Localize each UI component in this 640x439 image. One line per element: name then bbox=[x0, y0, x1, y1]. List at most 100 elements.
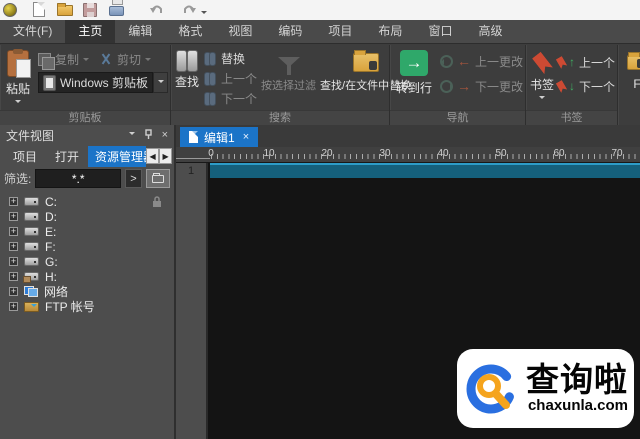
menu-view[interactable]: 视图 bbox=[215, 20, 265, 43]
file-view-tabs: 项目 打开 资源管理器 ◀ ▶ bbox=[0, 146, 174, 166]
filter-input[interactable] bbox=[35, 169, 121, 188]
replace-label: 替换 bbox=[221, 50, 245, 67]
new-file-button[interactable] bbox=[31, 2, 47, 18]
clipboard-combo-dropdown[interactable] bbox=[153, 72, 168, 93]
expand-icon[interactable]: + bbox=[9, 272, 18, 281]
new-file-icon bbox=[33, 2, 45, 17]
tab-project[interactable]: 项目 bbox=[4, 146, 46, 167]
cut-button[interactable]: 剪切 bbox=[99, 50, 151, 68]
next-bookmark-arrow-icon: ↓ bbox=[569, 79, 575, 93]
tree-item-ftp-accounts[interactable]: +FTP 帐号 bbox=[0, 299, 174, 314]
expand-icon[interactable]: + bbox=[9, 197, 18, 206]
ribbon-group-navigation: → 转到行 ← 上一更改 → 下一更改 导航 bbox=[390, 45, 526, 125]
clipboard-combo[interactable]: Windows 剪贴板 bbox=[38, 72, 153, 93]
redo-icon bbox=[181, 2, 197, 18]
menu-encoding[interactable]: 编码 bbox=[265, 20, 315, 43]
expand-icon[interactable]: + bbox=[9, 287, 18, 296]
clipboard-group-label: 剪贴板 bbox=[0, 110, 170, 125]
browse-folder-icon bbox=[152, 175, 164, 183]
bookmark-icon bbox=[532, 52, 553, 75]
undo-button[interactable] bbox=[149, 2, 165, 18]
ribbon: 粘贴 复制 剪切 bbox=[0, 45, 640, 125]
menu-format[interactable]: 格式 bbox=[165, 20, 215, 43]
tab-open[interactable]: 打开 bbox=[46, 146, 88, 167]
ftp-button[interactable]: F bbox=[622, 48, 640, 110]
find-prev-button[interactable]: 上一个 bbox=[203, 69, 257, 87]
ftp-label-partial: F bbox=[633, 77, 640, 91]
tree-label: G: bbox=[45, 255, 58, 269]
browse-folder-button[interactable] bbox=[146, 169, 170, 188]
network-icon bbox=[24, 286, 38, 297]
menu-file[interactable]: 文件(F) bbox=[0, 20, 65, 43]
expand-icon[interactable]: + bbox=[9, 227, 18, 236]
ribbon-group-search: 查找 替换 上一个 下一个 按选择过滤 bbox=[171, 45, 390, 125]
close-panel-button[interactable]: × bbox=[162, 130, 168, 141]
tree-item-drive-h[interactable]: +H: bbox=[0, 269, 174, 284]
lock-icon bbox=[152, 195, 162, 213]
print-button[interactable] bbox=[109, 2, 125, 18]
funnel-icon bbox=[278, 57, 300, 67]
save-button[interactable] bbox=[83, 2, 99, 18]
filter-row: 筛选: > bbox=[0, 166, 174, 191]
find-next-button[interactable]: 下一个 bbox=[203, 89, 257, 107]
ruler-mark: 40 bbox=[437, 148, 448, 159]
copy-button[interactable]: 复制 bbox=[38, 50, 89, 68]
ruler-mark: 0 bbox=[208, 148, 214, 159]
paste-button[interactable]: 粘贴 bbox=[4, 48, 32, 110]
titlebar bbox=[0, 0, 640, 20]
bookmark-label: 书签 bbox=[530, 76, 554, 93]
menu-advanced[interactable]: 高级 bbox=[465, 20, 515, 43]
filter-apply-button[interactable]: > bbox=[125, 169, 142, 188]
redo-dropdown-caret[interactable] bbox=[201, 11, 207, 17]
prev-bookmark-button[interactable]: ↑ 上一个 bbox=[558, 53, 615, 71]
expand-icon[interactable]: + bbox=[9, 302, 18, 311]
expand-icon[interactable]: + bbox=[9, 242, 18, 251]
tree-label: C: bbox=[45, 195, 57, 209]
tree-item-network[interactable]: +网络 bbox=[0, 284, 174, 299]
ribbon-group-clipboard: 粘贴 复制 剪切 bbox=[0, 45, 171, 125]
bookmark-button[interactable]: 书签 bbox=[530, 48, 554, 110]
menu-window[interactable]: 窗口 bbox=[415, 20, 465, 43]
tree-item-drive-f[interactable]: +F: bbox=[0, 239, 174, 254]
ftp-folder-icon bbox=[24, 302, 39, 312]
cut-dropdown-caret bbox=[145, 58, 151, 64]
next-bookmark-button[interactable]: ↓ 下一个 bbox=[558, 77, 615, 95]
next-change-label: 下一更改 bbox=[475, 78, 523, 95]
open-file-button[interactable] bbox=[57, 2, 73, 18]
replace-button[interactable]: 替换 bbox=[203, 49, 257, 67]
menu-edit[interactable]: 编辑 bbox=[115, 20, 165, 43]
tree-item-drive-d[interactable]: +D: bbox=[0, 209, 174, 224]
next-change-button[interactable]: → 下一更改 bbox=[440, 77, 523, 95]
tree-item-drive-c[interactable]: + C: bbox=[0, 194, 174, 209]
document-tab-bar: 编辑1 × bbox=[176, 125, 640, 147]
find-icon bbox=[175, 50, 199, 70]
nav-back-icon bbox=[440, 55, 453, 68]
redo-button[interactable] bbox=[181, 2, 197, 18]
filter-by-selection-button[interactable]: 按选择过滤 bbox=[261, 48, 316, 110]
menu-project[interactable]: 项目 bbox=[315, 20, 365, 43]
expand-icon[interactable]: + bbox=[9, 257, 18, 266]
tab-scroll-left-button[interactable]: ◀ bbox=[146, 148, 159, 164]
goto-line-button[interactable]: → 转到行 bbox=[394, 48, 434, 110]
pin-button[interactable] bbox=[144, 129, 153, 143]
find-button[interactable]: 查找 bbox=[175, 48, 199, 110]
find-label: 查找 bbox=[175, 73, 199, 90]
menu-home[interactable]: 主页 bbox=[65, 20, 115, 43]
file-view-header: 文件视图 × bbox=[0, 125, 174, 146]
prev-change-button[interactable]: ← 上一更改 bbox=[440, 52, 523, 70]
find-in-files-icon bbox=[353, 53, 379, 72]
drive-icon bbox=[24, 212, 39, 221]
prev-bookmark-icon bbox=[556, 55, 568, 68]
copy-dropdown-caret bbox=[83, 58, 89, 64]
document-tab[interactable]: 编辑1 × bbox=[180, 127, 258, 147]
tab-scroll-right-button[interactable]: ▶ bbox=[159, 148, 172, 164]
panel-menu-button[interactable] bbox=[129, 130, 135, 141]
tab-explorer[interactable]: 资源管理器 bbox=[88, 146, 146, 167]
ribbon-group-ftp-partial: F bbox=[618, 45, 640, 125]
expand-icon[interactable]: + bbox=[9, 212, 18, 221]
tab-close-button[interactable]: × bbox=[243, 131, 249, 143]
paste-label: 粘贴 bbox=[6, 80, 30, 97]
tree-item-drive-e[interactable]: +E: bbox=[0, 224, 174, 239]
menu-layout[interactable]: 布局 bbox=[365, 20, 415, 43]
tree-item-drive-g[interactable]: + G: bbox=[0, 254, 174, 269]
